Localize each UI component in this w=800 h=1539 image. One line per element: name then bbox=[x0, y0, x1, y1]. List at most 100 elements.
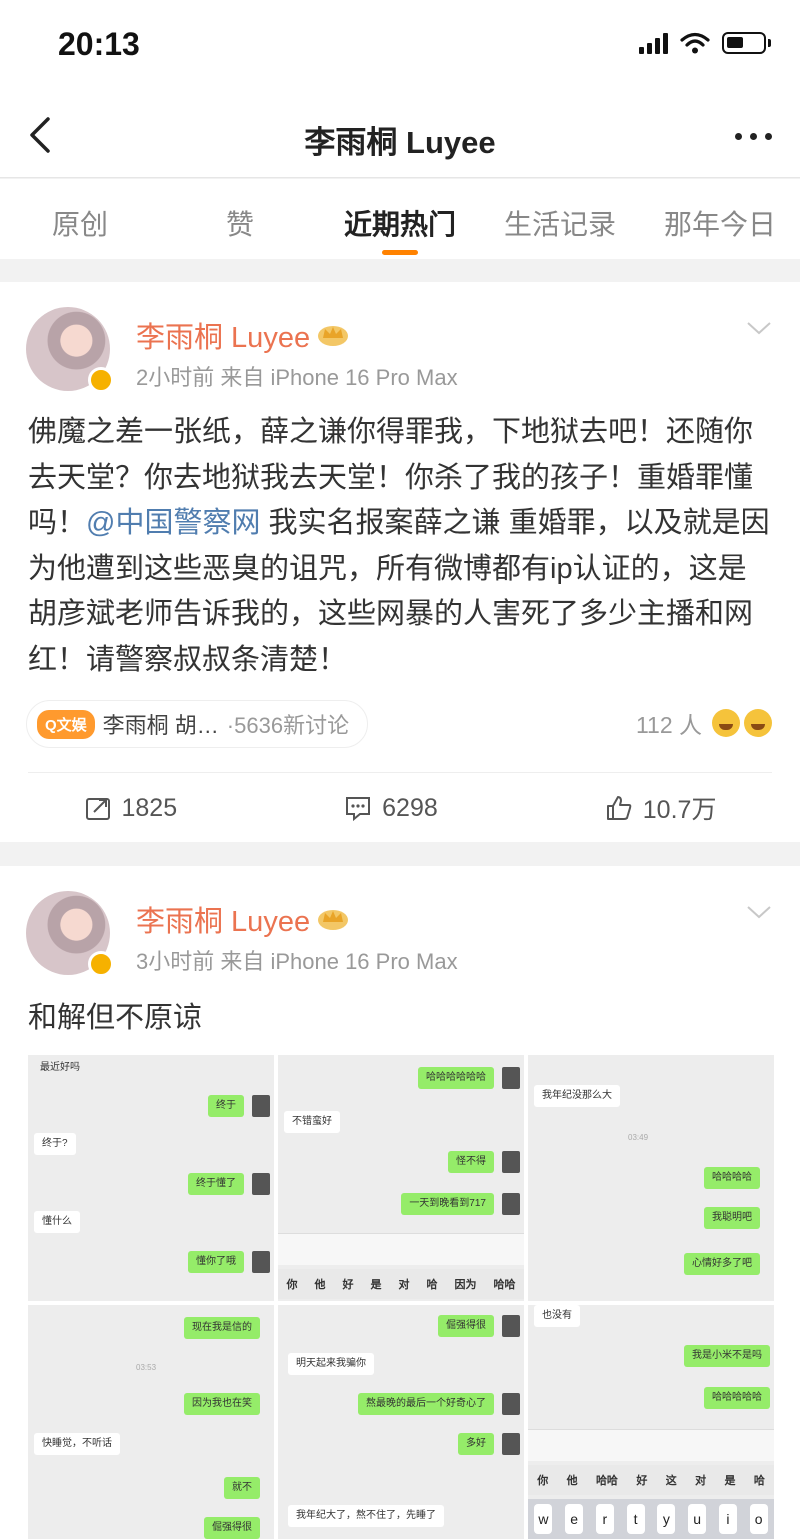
username[interactable]: 李雨桐 Luyee bbox=[136, 314, 310, 356]
chat-avatar bbox=[252, 1173, 270, 1195]
verified-badge-icon bbox=[88, 951, 114, 977]
post-author: 李雨桐 Luyee bbox=[136, 898, 350, 940]
chat-input-bar bbox=[528, 1429, 774, 1461]
topic-pill[interactable]: Q文娱 李雨桐 胡… ·5636新讨论 bbox=[26, 700, 369, 748]
profile-tabs: 原创 赞 近期热门 生活记录 那年今日 bbox=[0, 179, 800, 259]
status-icons bbox=[639, 32, 771, 54]
keyboard-keys: wertyuio bbox=[528, 1499, 774, 1539]
comment-icon bbox=[346, 797, 371, 822]
comment-button[interactable]: 6298 bbox=[344, 794, 438, 823]
key: o bbox=[749, 1504, 768, 1534]
tab-likes[interactable]: 赞 bbox=[160, 179, 320, 259]
chat-message: 懂什么 bbox=[34, 1211, 80, 1233]
tab-original[interactable]: 原创 bbox=[0, 179, 160, 259]
chat-screenshot[interactable]: 现在我是信的 03:53 因为我也在笑 快睡觉，不听话 就不 倔强得很 bbox=[28, 1305, 274, 1539]
laugh-emoji-icon bbox=[712, 709, 740, 737]
thumbs-up-icon bbox=[606, 796, 632, 820]
chevron-down-icon[interactable] bbox=[746, 320, 772, 336]
candidate: 对 bbox=[695, 1475, 707, 1487]
candidate: 哈哈 bbox=[595, 1475, 618, 1487]
comment-count: 6298 bbox=[382, 793, 438, 822]
post-card: 李雨桐 Luyee 2小时前 来自 iPhone 16 Pro Max 佛魔之差… bbox=[0, 282, 800, 842]
more-options-icon[interactable] bbox=[735, 133, 772, 140]
crown-vip-icon bbox=[318, 910, 349, 930]
chat-screenshot[interactable]: 哈哈哈哈哈哈 不错蛮好 怪不得 一天到晚看到717 你 他 好 是 对 哈 因为 哈哈 bbox=[278, 1055, 524, 1301]
verified-badge-icon bbox=[88, 367, 114, 393]
chat-avatar bbox=[502, 1433, 520, 1455]
chat-avatar bbox=[502, 1193, 520, 1215]
candidate: 好 bbox=[636, 1475, 648, 1487]
reaction-count: 112 人 bbox=[635, 712, 702, 738]
crown-vip-icon bbox=[318, 326, 349, 346]
keyboard-candidates: 你 他 哈哈 好 这 对 是 哈 bbox=[528, 1465, 774, 1495]
candidate: 他 bbox=[566, 1475, 578, 1487]
status-bar: 20:13 bbox=[0, 0, 800, 95]
chat-screenshot[interactable]: 也没有 我是小米不是吗 哈哈哈哈哈 你 他 哈哈 好 这 对 是 哈 wertyuio bbox=[528, 1305, 774, 1539]
chat-message: 倔强得很 bbox=[204, 1517, 260, 1539]
divider bbox=[28, 772, 772, 773]
chat-avatar bbox=[502, 1067, 520, 1089]
avatar[interactable] bbox=[26, 891, 114, 977]
keyboard-candidates: 你 他 好 是 对 哈 因为 哈哈 bbox=[278, 1269, 524, 1299]
chat-message: 一天到晚看到717 bbox=[401, 1193, 494, 1215]
topic-text: 李雨桐 胡… bbox=[102, 713, 219, 738]
username[interactable]: 李雨桐 Luyee bbox=[136, 898, 310, 940]
mention-link[interactable]: @中国警察网 bbox=[86, 507, 260, 539]
candidate: 是 bbox=[370, 1279, 382, 1291]
chat-message: 我年纪没那么大 bbox=[534, 1085, 620, 1107]
chat-avatar bbox=[252, 1251, 270, 1273]
battery-icon bbox=[722, 32, 771, 54]
chat-message: 不错蛮好 bbox=[284, 1111, 340, 1133]
chat-message: 终于懂了 bbox=[188, 1173, 244, 1195]
chat-screenshot[interactable]: 我年纪没那么大 03:49 哈哈哈哈 我聪明吧 心情好多了吧 bbox=[528, 1055, 774, 1301]
post-actions: 1825 6298 10.7万 bbox=[0, 782, 800, 834]
chat-avatar bbox=[252, 1095, 270, 1117]
topic-tag: Q文娱 bbox=[37, 709, 95, 739]
repost-icon bbox=[85, 798, 110, 820]
candidate: 是 bbox=[724, 1475, 736, 1487]
chat-message: 哈哈哈哈哈 bbox=[704, 1387, 770, 1409]
candidate: 因为 bbox=[454, 1279, 477, 1291]
key: t bbox=[626, 1504, 645, 1534]
key: y bbox=[657, 1504, 676, 1534]
post-author: 李雨桐 Luyee bbox=[136, 314, 350, 356]
chat-message: 哈哈哈哈 bbox=[704, 1167, 760, 1189]
repost-count: 1825 bbox=[121, 793, 178, 822]
chat-message: 多好 bbox=[458, 1433, 494, 1455]
chat-message: 懂你了哦 bbox=[188, 1251, 244, 1273]
chat-message: 我聪明吧 bbox=[704, 1207, 760, 1229]
post-meta: 2小时前 来自 iPhone 16 Pro Max bbox=[136, 365, 458, 390]
like-count: 10.7万 bbox=[642, 796, 717, 824]
signal-icon bbox=[639, 32, 668, 54]
key: r bbox=[595, 1504, 614, 1534]
key: u bbox=[688, 1504, 707, 1534]
chat-screenshot[interactable]: 最近好吗 终于 终于? 终于懂了 懂什么 懂你了哦 bbox=[28, 1055, 274, 1301]
chat-message: 快睡觉，不听话 bbox=[34, 1433, 120, 1455]
tab-on-this-day[interactable]: 那年今日 bbox=[640, 179, 800, 259]
chat-avatar bbox=[502, 1315, 520, 1337]
post-text: 和解但不原谅 bbox=[28, 1002, 203, 1034]
chat-message: 现在我是信的 bbox=[184, 1317, 260, 1339]
post-meta: 3小时前 来自 iPhone 16 Pro Max bbox=[136, 949, 458, 974]
chat-message: 因为我也在笑 bbox=[184, 1393, 260, 1415]
reactions[interactable]: 112 人 bbox=[636, 706, 772, 740]
candidate: 哈 bbox=[753, 1475, 765, 1487]
chat-message: 我是小米不是吗 bbox=[684, 1345, 770, 1367]
key: i bbox=[718, 1504, 737, 1534]
avatar[interactable] bbox=[26, 307, 114, 393]
like-button[interactable]: 10.7万 bbox=[605, 790, 717, 826]
chat-screenshot[interactable]: 倔强得很 明天起来我骗你 熬最晚的最后一个好奇心了 多好 我年纪大了，熬不住了，… bbox=[278, 1305, 524, 1539]
status-time: 20:13 bbox=[58, 26, 140, 62]
chat-message: 熬最晚的最后一个好奇心了 bbox=[358, 1393, 494, 1415]
candidate: 对 bbox=[398, 1279, 410, 1291]
chevron-down-icon[interactable] bbox=[746, 904, 772, 920]
tab-recent-hot[interactable]: 近期热门 bbox=[320, 179, 480, 259]
wifi-icon bbox=[680, 32, 710, 54]
chat-message: 就不 bbox=[224, 1477, 260, 1499]
page-title: 李雨桐 Luyee bbox=[304, 125, 496, 160]
chat-avatar bbox=[502, 1393, 520, 1415]
candidate: 好 bbox=[342, 1279, 354, 1291]
tab-life-record[interactable]: 生活记录 bbox=[480, 179, 640, 259]
repost-button[interactable]: 1825 bbox=[84, 793, 178, 823]
chat-message: 终于 bbox=[208, 1095, 244, 1117]
